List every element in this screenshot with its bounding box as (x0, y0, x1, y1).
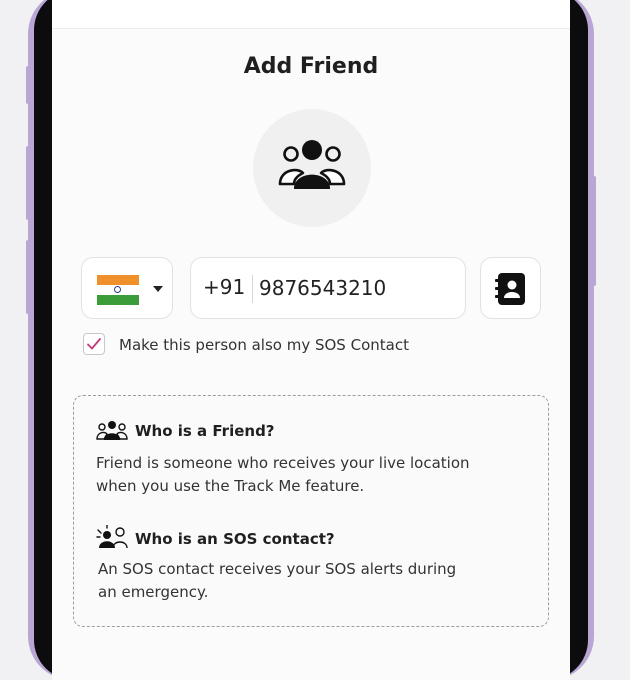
country-code-dropdown[interactable] (81, 257, 173, 319)
top-bar (52, 0, 570, 29)
contact-book-icon (495, 273, 525, 305)
phone-side-button (26, 146, 30, 220)
phone-number-input[interactable] (259, 271, 454, 305)
sos-info-heading: Who is an SOS contact? (135, 530, 335, 548)
field-divider (252, 275, 253, 303)
sos-info-line: An SOS contact receives your SOS alerts … (98, 560, 457, 578)
sos-contact-label[interactable]: Make this person also my SOS Contact (119, 336, 409, 354)
sos-contact-checkbox[interactable] (83, 333, 105, 355)
sos-info-line: an emergency. (98, 583, 209, 601)
checkmark-icon (87, 338, 101, 350)
phone-side-button (26, 66, 30, 104)
friends-group-icon (278, 140, 346, 189)
contacts-button[interactable] (480, 257, 541, 319)
india-flag-icon (97, 275, 139, 305)
friend-info-line: when you use the Track Me feature. (96, 477, 365, 495)
page-title: Add Friend (243, 54, 379, 79)
chevron-down-icon (153, 286, 163, 292)
friend-avatar (253, 109, 371, 227)
add-friend-screen: Add Friend +91 9876543210 Make this pers… (52, 0, 570, 680)
friend-info-line: Friend is someone who receives your live… (96, 454, 470, 472)
sos-contact-icon (96, 525, 128, 549)
dial-code: +91 (203, 275, 246, 299)
phone-number-field[interactable]: +91 (190, 257, 466, 319)
info-panel: Who is a Friend? Friend is someone who r… (73, 395, 549, 627)
friends-group-icon (96, 421, 128, 440)
phone-side-button (26, 240, 30, 314)
phone-side-button (592, 176, 596, 286)
friend-info-heading: Who is a Friend? (135, 422, 275, 440)
